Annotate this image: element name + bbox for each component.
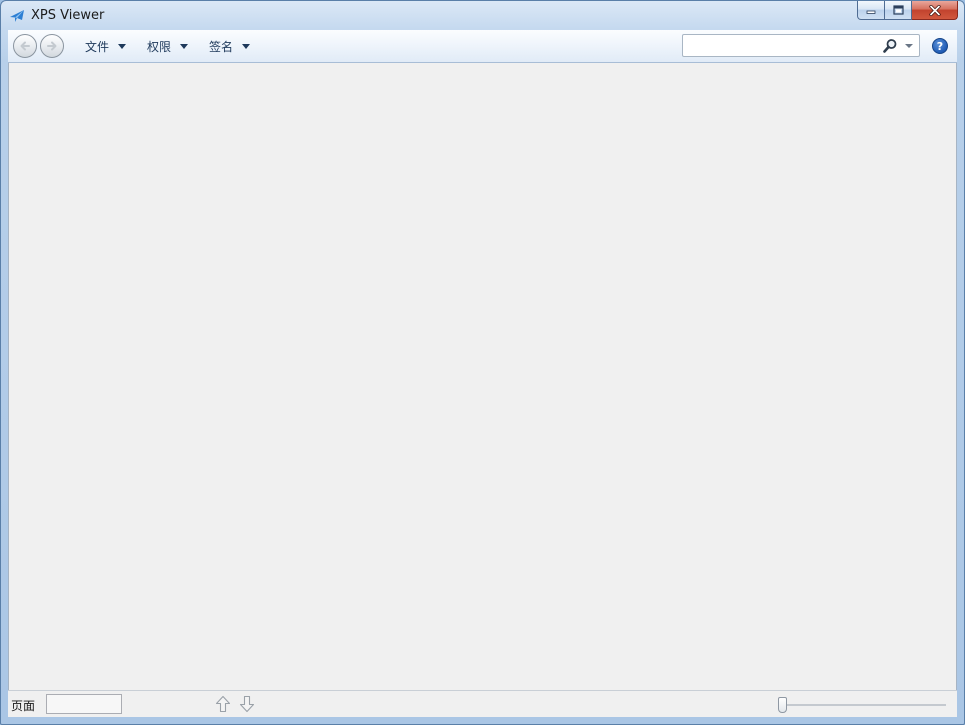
search-icon[interactable] bbox=[882, 38, 898, 54]
forward-arrow-icon bbox=[47, 41, 57, 51]
menu-permissions-label: 权限 bbox=[147, 39, 172, 54]
minimize-button[interactable] bbox=[857, 1, 885, 20]
arrow-down-icon[interactable] bbox=[239, 695, 255, 713]
menu-permissions[interactable]: 权限 bbox=[147, 37, 189, 55]
search-options-chevron-icon[interactable] bbox=[905, 44, 913, 48]
help-button[interactable]: ? bbox=[932, 38, 948, 54]
menu-signatures[interactable]: 签名 bbox=[209, 37, 251, 55]
title-bar[interactable]: XPS Viewer bbox=[1, 1, 964, 31]
chevron-down-icon bbox=[180, 43, 189, 49]
xps-viewer-icon bbox=[10, 10, 24, 22]
back-arrow-icon bbox=[20, 41, 30, 51]
close-icon bbox=[928, 4, 941, 16]
page-label: 页面 bbox=[11, 699, 36, 713]
window-bottom-border bbox=[1, 717, 964, 724]
menu-file-label: 文件 bbox=[85, 39, 110, 54]
window-controls bbox=[857, 1, 958, 21]
minimize-icon bbox=[866, 10, 876, 14]
menu-file[interactable]: 文件 bbox=[85, 37, 127, 55]
status-bar: 页面 bbox=[8, 690, 957, 717]
zoom-slider-thumb[interactable] bbox=[778, 697, 787, 713]
restore-icon bbox=[892, 5, 904, 15]
maximize-button[interactable] bbox=[885, 1, 912, 20]
close-button[interactable] bbox=[912, 1, 958, 20]
zoom-slider[interactable] bbox=[778, 695, 948, 715]
document-view[interactable] bbox=[8, 63, 957, 690]
chevron-down-icon bbox=[118, 43, 127, 49]
window-title: XPS Viewer bbox=[31, 8, 105, 23]
arrow-up-icon[interactable] bbox=[215, 695, 231, 713]
forward-button[interactable] bbox=[40, 34, 64, 58]
menu-signatures-label: 签名 bbox=[209, 39, 234, 54]
command-bar: 文件 权限 签名 ? bbox=[8, 30, 957, 63]
search-input[interactable] bbox=[686, 37, 876, 53]
page-number-input[interactable] bbox=[46, 694, 122, 714]
chevron-down-icon bbox=[242, 43, 251, 49]
back-button[interactable] bbox=[13, 34, 37, 58]
zoom-slider-track[interactable] bbox=[778, 704, 946, 706]
xps-viewer-window: XPS Viewer 文件 权限 签名 ? 页面 bbox=[0, 0, 965, 725]
search-box bbox=[682, 34, 920, 57]
